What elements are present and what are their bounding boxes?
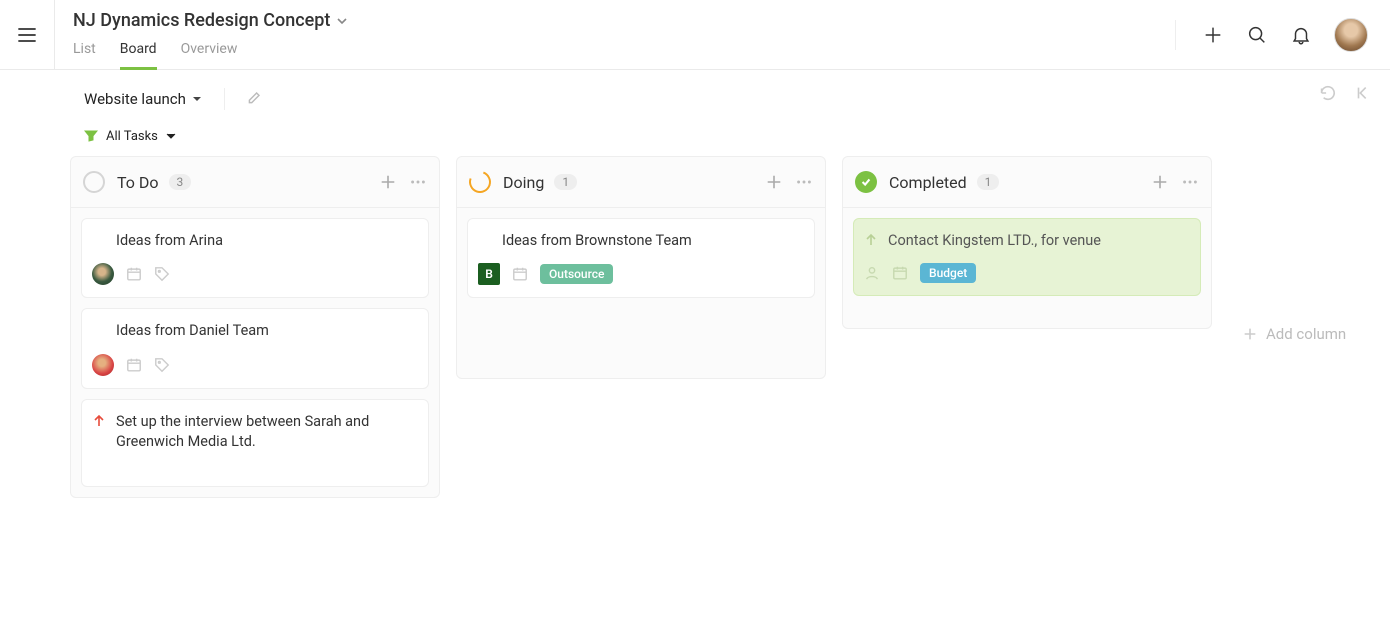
filter-label[interactable]: All Tasks <box>106 129 158 144</box>
calendar-icon[interactable] <box>512 266 528 282</box>
column-completed: Completed 1 Contact Kingstem LTD., for v… <box>842 156 1212 329</box>
task-card[interactable]: Ideas from Daniel Team <box>81 308 429 388</box>
filter-icon[interactable] <box>84 129 98 143</box>
hamburger-icon <box>17 25 37 45</box>
caret-down-icon[interactable] <box>166 131 176 141</box>
edit-view-button[interactable] <box>247 89 263 109</box>
card-title: Ideas from Daniel Team <box>116 321 414 341</box>
view-selector[interactable]: Website launch <box>84 90 202 108</box>
column-menu-button[interactable] <box>409 173 427 191</box>
column-title: Doing <box>503 173 544 192</box>
view-name-label: Website launch <box>84 90 186 108</box>
column-menu-button[interactable] <box>795 173 813 191</box>
column-title: To Do <box>117 173 159 192</box>
collapse-right-icon[interactable] <box>1354 84 1372 102</box>
column-title: Completed <box>889 173 967 192</box>
priority-up-icon <box>864 232 878 251</box>
pencil-icon <box>247 89 263 105</box>
topbar-icons <box>1171 0 1390 70</box>
user-avatar[interactable] <box>1334 18 1368 52</box>
task-card[interactable]: Contact Kingstem LTD., for venue Budget <box>853 218 1201 296</box>
undo-icon[interactable] <box>1318 84 1336 102</box>
search-icon[interactable] <box>1246 24 1268 46</box>
tab-overview[interactable]: Overview <box>181 41 238 70</box>
calendar-icon[interactable] <box>892 265 908 281</box>
tag-icon[interactable] <box>154 357 170 373</box>
priority-up-icon <box>92 413 106 432</box>
divider <box>1175 20 1176 50</box>
column-todo: To Do 3 Ideas from Arina Ideas from Dani… <box>70 156 440 498</box>
column-menu-button[interactable] <box>1181 173 1199 191</box>
status-indicator-todo <box>83 171 105 193</box>
topbar-main: NJ Dynamics Redesign Concept List Board … <box>55 0 1171 70</box>
card-title: Set up the interview between Sarah and G… <box>116 412 414 453</box>
add-column-label: Add column <box>1266 325 1346 343</box>
assignee-avatar[interactable] <box>92 263 114 285</box>
column-count: 1 <box>554 174 577 190</box>
chevron-down-icon <box>336 15 348 27</box>
task-card[interactable]: Ideas from Brownstone Team B Outsource <box>467 218 815 298</box>
plus-icon <box>1242 326 1258 342</box>
calendar-icon[interactable] <box>126 266 142 282</box>
assignee-avatar[interactable] <box>92 354 114 376</box>
tag-icon[interactable] <box>154 266 170 282</box>
team-avatar[interactable]: B <box>478 263 500 285</box>
task-card[interactable]: Ideas from Arina <box>81 218 429 298</box>
status-indicator-done <box>855 171 877 193</box>
kanban-board: To Do 3 Ideas from Arina Ideas from Dani… <box>0 150 1390 498</box>
bell-icon[interactable] <box>1290 24 1312 46</box>
column-count: 3 <box>169 174 192 190</box>
plus-icon[interactable] <box>1202 24 1224 46</box>
tag-outsource[interactable]: Outsource <box>540 264 613 284</box>
caret-down-icon <box>192 94 202 104</box>
tab-list[interactable]: List <box>73 41 96 70</box>
card-title: Ideas from Brownstone Team <box>502 231 800 251</box>
tag-budget[interactable]: Budget <box>920 263 976 283</box>
add-card-button[interactable] <box>1151 173 1169 191</box>
view-tabs: List Board Overview <box>73 41 1171 70</box>
add-column-button[interactable]: Add column <box>1228 156 1354 498</box>
add-card-button[interactable] <box>379 173 397 191</box>
calendar-icon[interactable] <box>126 357 142 373</box>
status-indicator-doing <box>465 167 494 196</box>
tab-board[interactable]: Board <box>120 41 157 70</box>
assignee-icon[interactable] <box>864 265 880 281</box>
task-card[interactable]: Set up the interview between Sarah and G… <box>81 399 429 488</box>
add-card-button[interactable] <box>765 173 783 191</box>
page-title: NJ Dynamics Redesign Concept <box>73 10 330 31</box>
column-doing: Doing 1 Ideas from Brownstone Team B Out… <box>456 156 826 379</box>
column-count: 1 <box>977 174 1000 190</box>
card-title: Ideas from Arina <box>116 231 414 251</box>
page-title-row[interactable]: NJ Dynamics Redesign Concept <box>73 10 1171 31</box>
card-title: Contact Kingstem LTD., for venue <box>888 231 1186 251</box>
divider <box>224 88 225 110</box>
menu-toggle-button[interactable] <box>0 0 55 70</box>
